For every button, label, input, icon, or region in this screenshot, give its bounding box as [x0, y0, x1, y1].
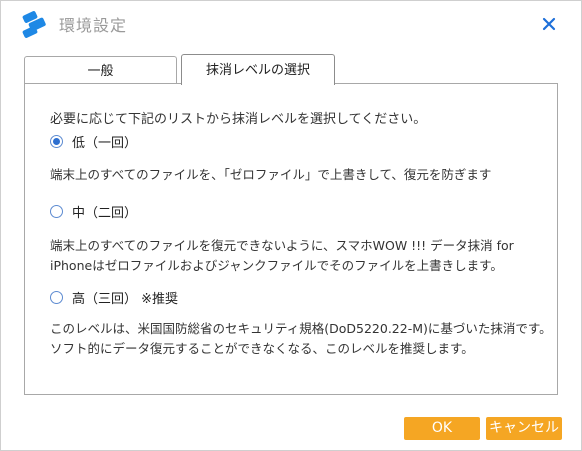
app-logo-icon: [22, 11, 46, 38]
description-line: iPhoneはゼロファイルおよびジャンクファイルでそのファイルを上書きします。: [50, 258, 503, 273]
close-icon[interactable]: [541, 16, 557, 32]
ok-button[interactable]: OK: [404, 417, 480, 440]
tab-general[interactable]: 一般: [24, 56, 177, 84]
option-low-description: 端末上のすべてのファイルを、「ゼロファイル」で上書きして、復元を防ぎます: [50, 165, 491, 185]
description-line: このレベルは、米国国防総省のセキュリティ規格(DoD5220.22-M)に基づい…: [50, 321, 552, 336]
tab-erase-level[interactable]: 抹消レベルの選択: [181, 54, 335, 85]
radio-medium[interactable]: [50, 205, 63, 218]
cancel-button[interactable]: キャンセル: [486, 417, 562, 440]
option-low-label: 低（一回）: [72, 136, 138, 151]
radio-low[interactable]: [50, 135, 63, 148]
radio-high[interactable]: [50, 291, 63, 304]
option-low[interactable]: 低（一回）: [50, 132, 137, 151]
option-high-description: このレベルは、米国国防総省のセキュリティ規格(DoD5220.22-M)に基づい…: [50, 319, 552, 359]
option-high[interactable]: 高（三回） ※推奨: [50, 288, 178, 307]
option-medium[interactable]: 中（二回）: [50, 202, 137, 221]
description-line: 端末上のすべてのファイルを復元できないように、スマホWOW !!! データ抹消 …: [50, 238, 514, 253]
option-high-label: 高（三回） ※推奨: [72, 292, 179, 307]
option-medium-label: 中（二回）: [72, 206, 138, 221]
title-bar: 環境設定: [1, 1, 581, 47]
settings-dialog: 環境設定 一般 抹消レベルの選択 必要に応じて下記のリストから抹消レベルを選択し…: [0, 0, 582, 451]
window-title: 環境設定: [59, 16, 128, 35]
description-line: 端末上のすべてのファイルを、「ゼロファイル」で上書きして、復元を防ぎます: [50, 167, 492, 182]
option-medium-description: 端末上のすべてのファイルを復元できないように、スマホWOW !!! データ抹消 …: [50, 236, 514, 276]
intro-text: 必要に応じて下記のリストから抹消レベルを選択してください。: [50, 112, 427, 127]
description-line: ソフト的にデータ復元することができなくなる、このレベルを推奨します。: [50, 341, 474, 356]
